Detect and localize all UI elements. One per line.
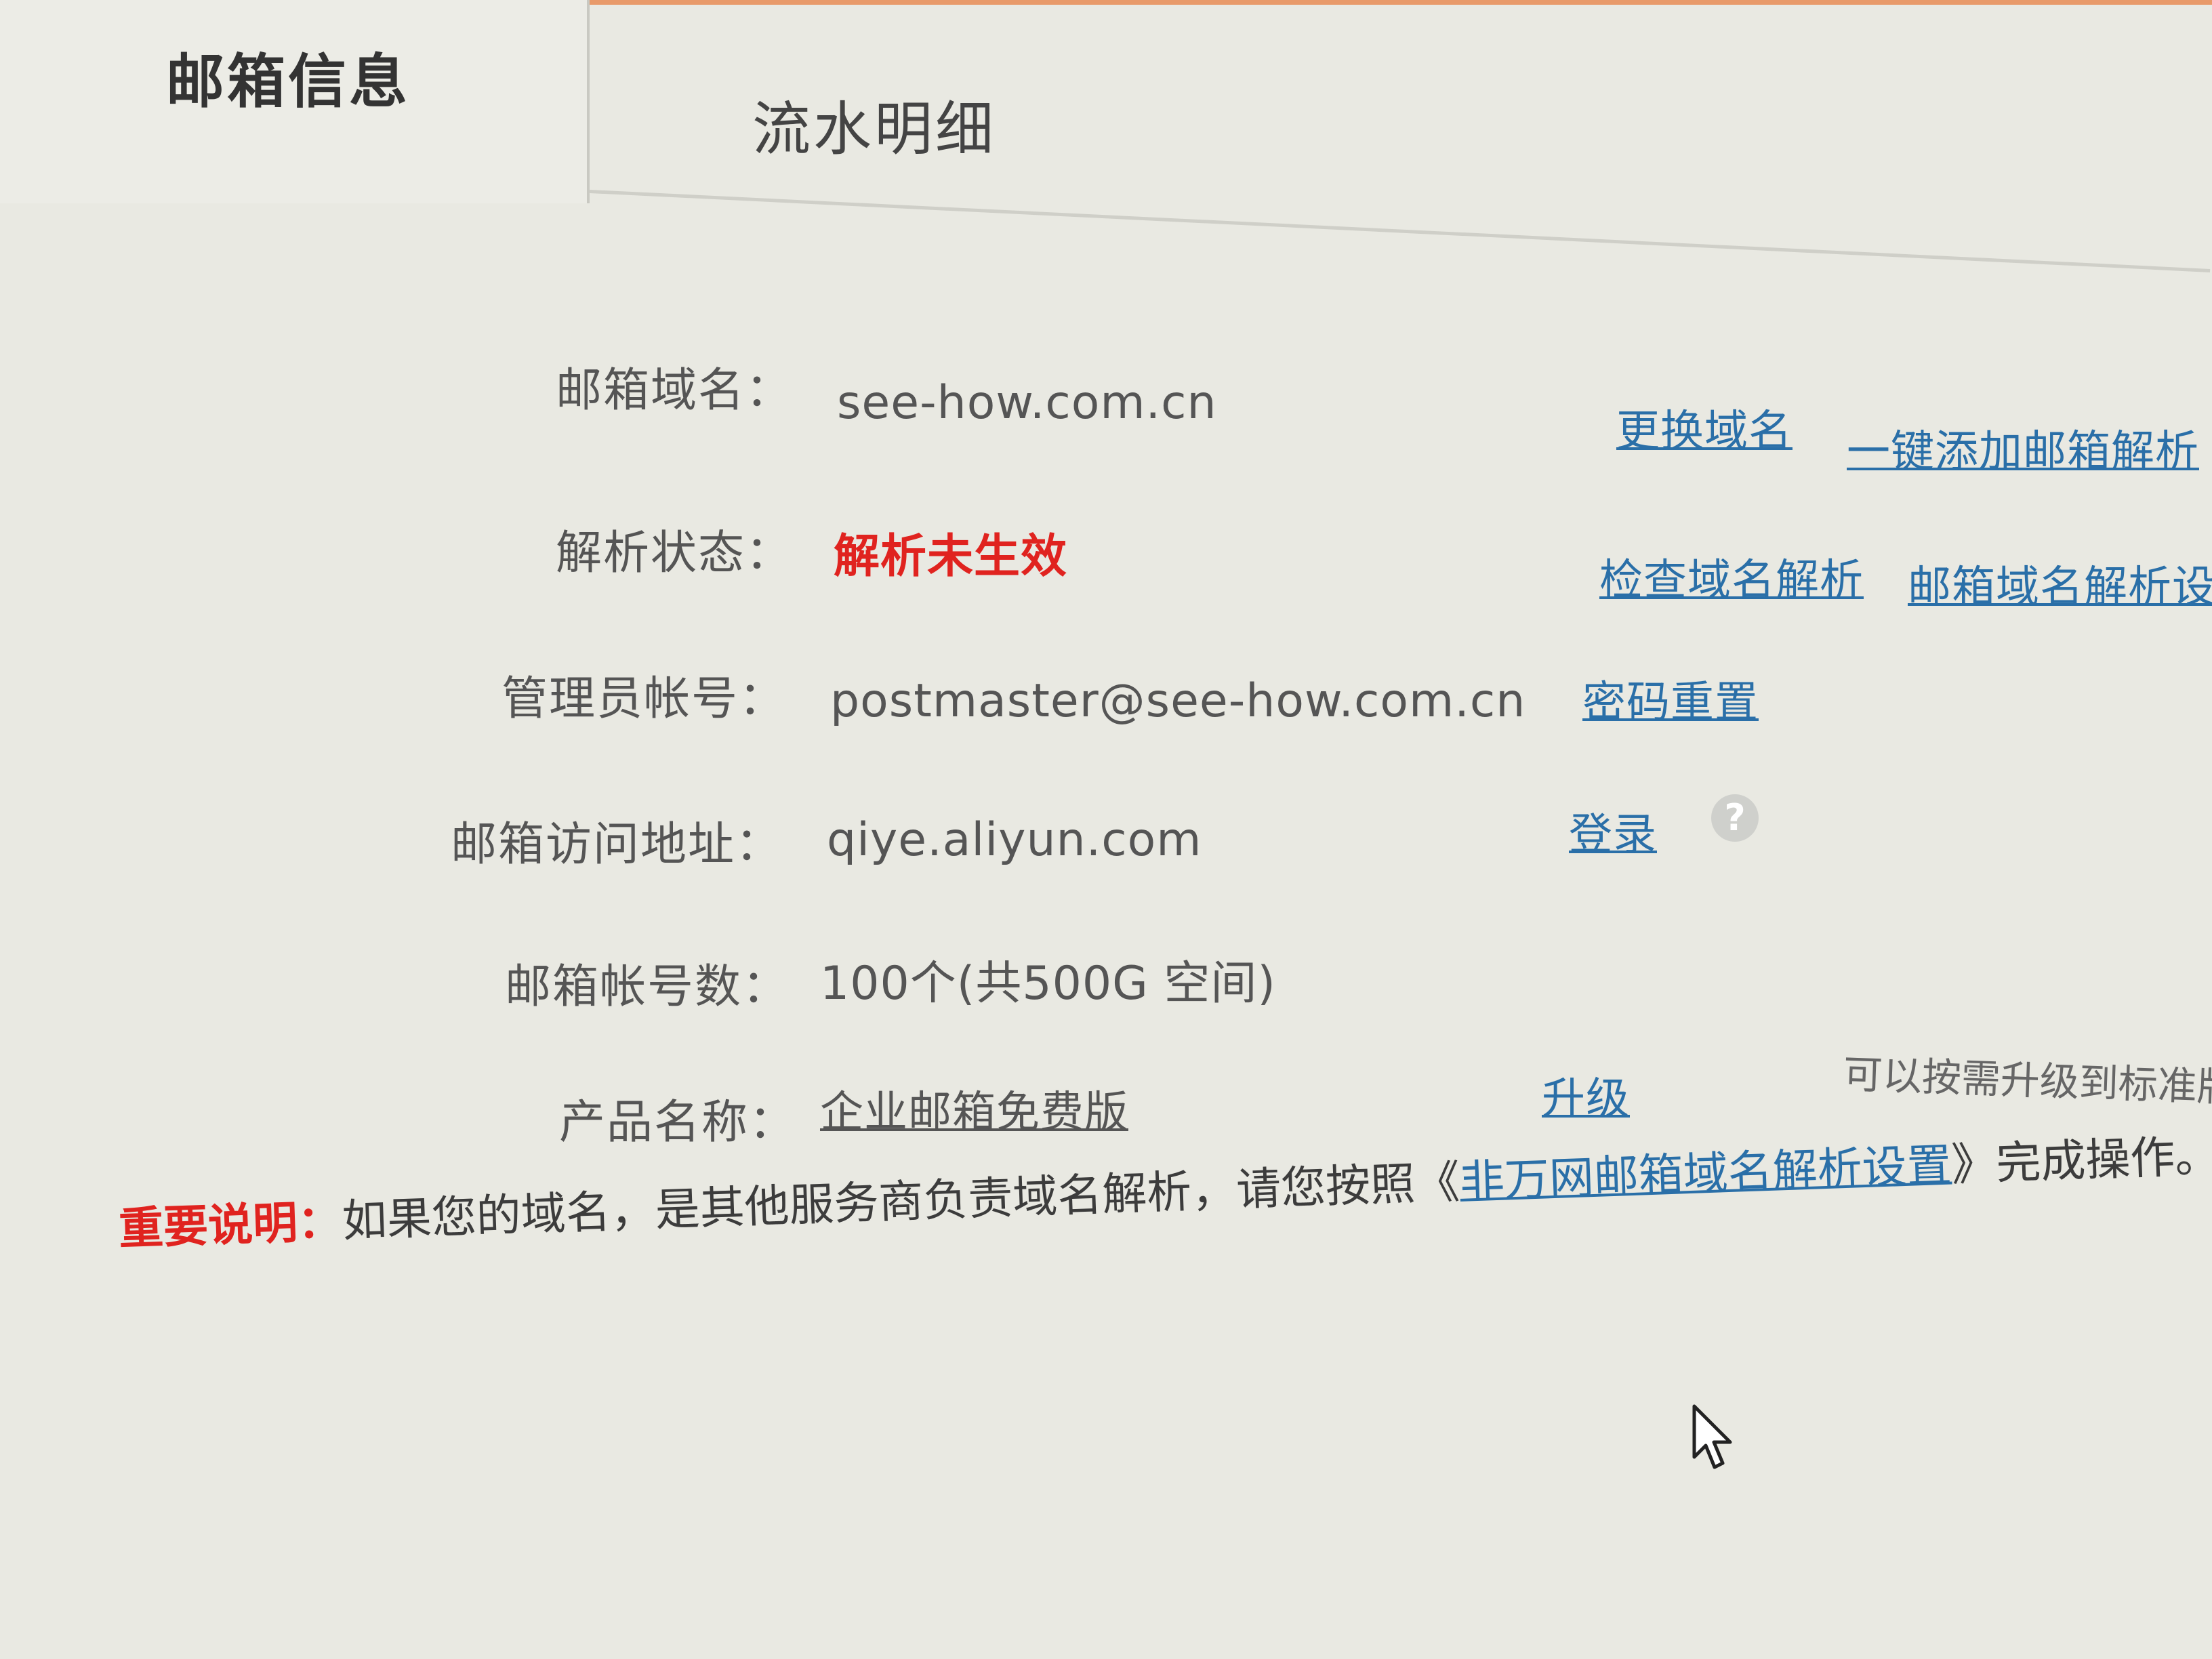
tab-mailbox-info[interactable]: 邮箱信息 <box>0 0 590 203</box>
important-note: 重要说明：如果您的域名，是其他服务商负责域名解析，请您按照《非万网邮箱域名解析设… <box>117 1120 2212 1258</box>
dns-status-value: 解析未生效 <box>834 530 1068 583</box>
product-name-value[interactable]: 企业邮箱免费版 <box>820 1078 1128 1140</box>
dns-settings-link[interactable]: 邮箱域名解析设置 <box>1908 552 2212 615</box>
tab-transaction-details[interactable]: 流水明细 <box>752 81 996 166</box>
login-link[interactable]: 登录 <box>1569 800 1657 862</box>
account-count-label: 邮箱帐号数： <box>505 960 790 1014</box>
reset-password-link[interactable]: 密码重置 <box>1582 668 1759 730</box>
product-name-label: 产品名称： <box>559 1096 797 1149</box>
dns-status-label: 解析状态： <box>556 527 794 580</box>
top-accent-line <box>590 0 2212 5</box>
access-address-value: qiye.aliyun.com <box>827 813 1202 867</box>
add-mx-record-link[interactable]: 一键添加邮箱解析 <box>1847 417 2199 479</box>
note-title: 重要说明： <box>117 1195 344 1255</box>
check-dns-link[interactable]: 检查域名解析 <box>1599 546 1864 608</box>
account-count-value: 100个(共500G 空间) <box>820 957 1276 1010</box>
change-domain-link[interactable]: 更换域名 <box>1616 396 1793 459</box>
note-text-before: 如果您的域名，是其他服务商负责域名解析，请您按照《 <box>341 1155 1461 1248</box>
admin-account-value: postmaster@see-how.com.cn <box>830 674 1526 728</box>
mouse-cursor-icon <box>1692 1404 1732 1469</box>
admin-account-label: 管理员帐号： <box>501 672 787 726</box>
help-icon[interactable]: ? <box>1711 794 1759 842</box>
tab-label: 邮箱信息 <box>166 48 410 116</box>
tab-label: 流水明细 <box>752 96 996 163</box>
tab-bar-divider <box>589 190 2211 272</box>
domain-label: 邮箱域名： <box>556 364 794 417</box>
note-text-after: 》完成操作。 <box>1950 1129 2212 1191</box>
upgrade-link[interactable]: 升级 <box>1542 1064 1630 1126</box>
upgrade-hint: 可以按需升级到标准版 <box>1842 1050 2212 1111</box>
external-dns-settings-link[interactable]: 非万网邮箱域名解析设置 <box>1459 1139 1952 1208</box>
domain-value: see-how.com.cn <box>837 376 1217 430</box>
access-address-label: 邮箱访问地址： <box>451 818 783 872</box>
